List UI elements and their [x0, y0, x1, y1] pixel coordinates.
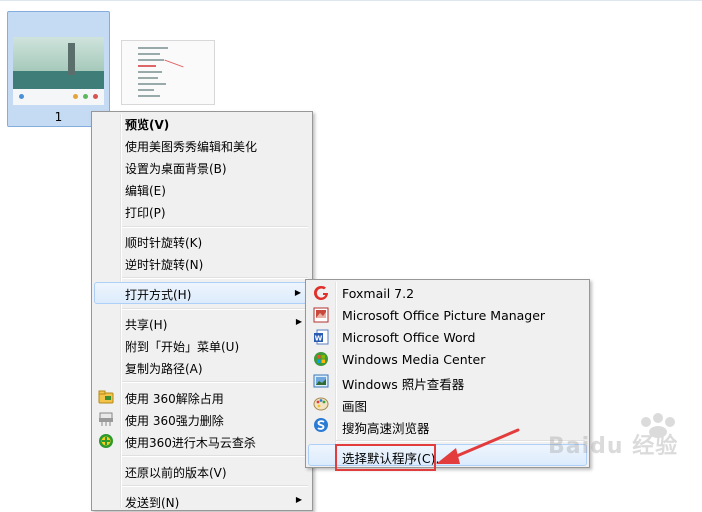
submenu-arrow-icon: ▶	[295, 495, 302, 504]
svg-text:W: W	[315, 335, 323, 343]
menu-separator	[122, 485, 308, 487]
open-with-word[interactable]: W Microsoft Office Word	[308, 326, 587, 348]
open-with-picture-manager[interactable]: Microsoft Office Picture Manager	[308, 304, 587, 326]
menu-item-rotate-clockwise[interactable]: 顺时针旋转(K)	[94, 230, 310, 252]
open-with-media-center[interactable]: Windows Media Center	[308, 348, 587, 370]
open-with-photo-viewer[interactable]: Windows 照片查看器	[308, 370, 587, 392]
menu-item-copy-as-path[interactable]: 复制为路径(A)	[94, 356, 310, 378]
annotation-highlight-box	[335, 444, 436, 471]
thumbnail-image-2[interactable]	[121, 40, 215, 105]
menu-item-print[interactable]: 打印(P)	[94, 200, 310, 222]
media-center-icon	[314, 352, 328, 366]
window-top-border	[0, 0, 702, 1]
menu-item-pin-to-start[interactable]: 附到「开始」菜单(U)	[94, 334, 310, 356]
submenu-arrow-icon: ▶	[294, 288, 301, 297]
thumbnail-image-1	[13, 37, 104, 105]
photo-viewer-icon	[313, 374, 329, 388]
submenu-arrow-icon: ▶	[295, 317, 302, 326]
360-unlock-icon	[98, 390, 114, 404]
sogou-browser-icon	[314, 418, 328, 432]
context-menu: 预览(V) 使用美图秀秀编辑和美化 设置为桌面背景(B) 编辑(E) 打印(P)…	[91, 111, 313, 511]
menu-item-rotate-counterclockwise[interactable]: 逆时针旋转(N)	[94, 252, 310, 274]
menu-separator	[122, 277, 308, 279]
menu-item-meitu-edit[interactable]: 使用美图秀秀编辑和美化	[94, 134, 310, 156]
360-trojan-scan-icon	[99, 434, 113, 448]
menu-item-send-to[interactable]: 发送到(N) ▶	[94, 490, 310, 512]
menu-separator	[122, 308, 308, 310]
baidu-jingyan-watermark: Baidu 经验	[534, 408, 694, 468]
menu-separator	[122, 226, 308, 228]
annotation-arrow-icon	[436, 428, 520, 464]
menu-item-edit[interactable]: 编辑(E)	[94, 178, 310, 200]
360-shred-icon	[99, 412, 113, 426]
menu-separator	[122, 455, 308, 457]
menu-item-set-wallpaper[interactable]: 设置为桌面背景(B)	[94, 156, 310, 178]
menu-separator	[122, 381, 308, 383]
paint-icon	[313, 397, 329, 411]
menu-item-360-unlock[interactable]: 使用 360解除占用	[94, 386, 310, 408]
menu-item-360-trojan-scan[interactable]: 使用360进行木马云查杀	[94, 430, 310, 452]
menu-item-360-shred[interactable]: 使用 360强力删除	[94, 408, 310, 430]
word-icon: W	[314, 329, 329, 345]
thumbnail-selected[interactable]: 1	[7, 11, 110, 127]
foxmail-icon	[314, 285, 328, 300]
menu-item-share[interactable]: 共享(H) ▶	[94, 312, 310, 334]
picture-manager-icon	[313, 307, 329, 323]
menu-item-preview[interactable]: 预览(V)	[94, 112, 310, 134]
menu-item-open-with[interactable]: 打开方式(H) ▶	[94, 282, 310, 304]
open-with-foxmail[interactable]: Foxmail 7.2	[308, 282, 587, 304]
menu-item-restore-previous[interactable]: 还原以前的版本(V)	[94, 460, 310, 482]
